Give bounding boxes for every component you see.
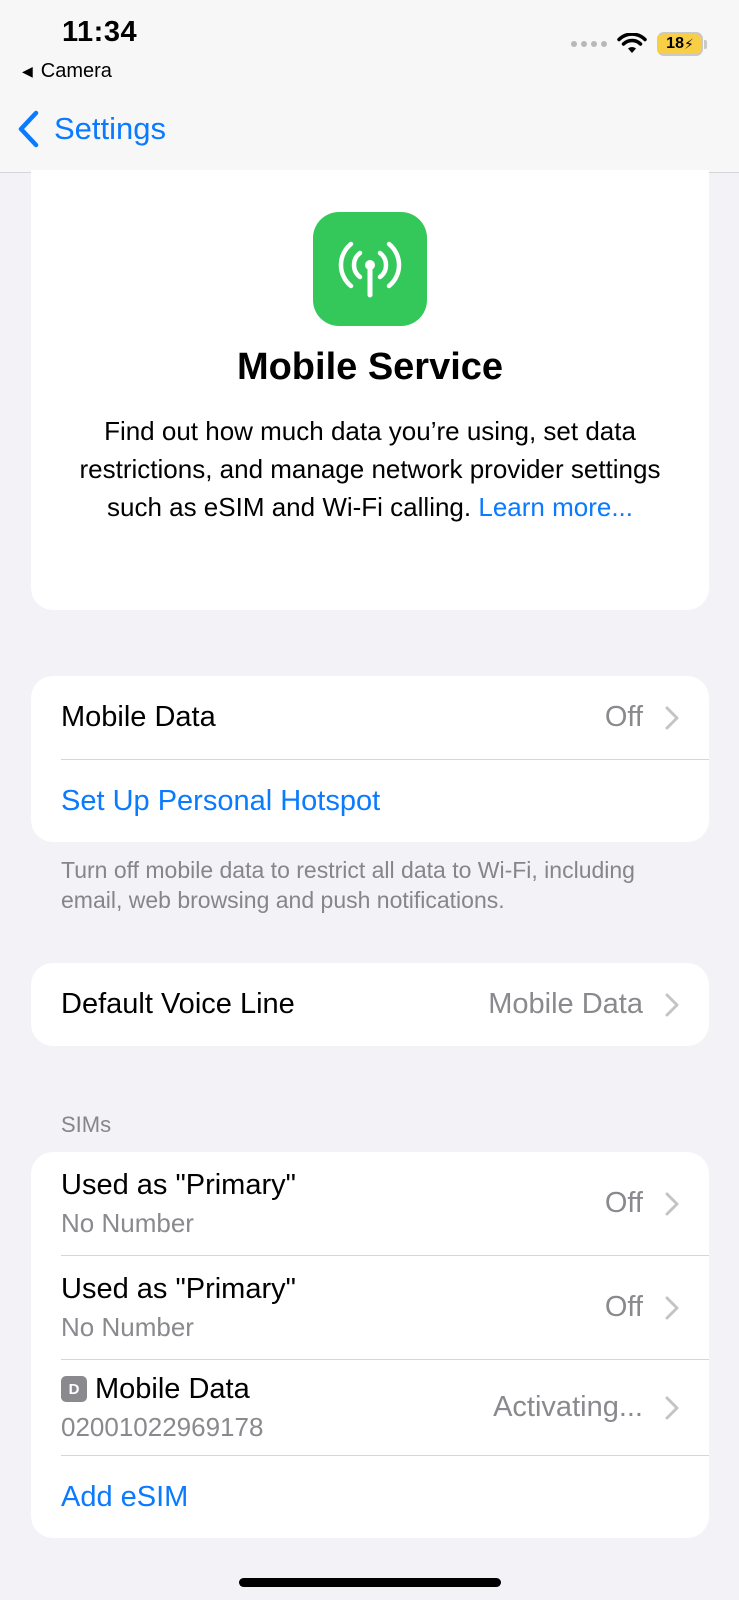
sim-row[interactable]: D Mobile Data 02001022969178 Activating..… (31, 1360, 709, 1455)
back-to-app-link[interactable]: ◀ Camera (22, 60, 112, 83)
sim-name: Used as "Primary" (61, 1168, 296, 1201)
sim-number: 02001022969178 (61, 1411, 264, 1442)
data-sim-badge: D (61, 1376, 87, 1402)
chevron-right-icon (665, 993, 679, 1016)
sim-number: No Number (61, 1311, 194, 1342)
back-label: Settings (54, 111, 167, 146)
mobile-data-footer: Turn off mobile data to restrict all dat… (61, 857, 635, 913)
wifi-icon (617, 33, 647, 53)
add-esim-link: Add eSIM (61, 1480, 189, 1513)
add-esim-row[interactable]: Add eSIM (31, 1456, 709, 1538)
chevron-left-icon (18, 110, 39, 148)
mobile-data-group: Mobile Data Off Set Up Personal Hotspot (31, 676, 709, 842)
battery-icon: 18 ⚡ (657, 32, 707, 56)
chevron-right-icon (665, 1396, 679, 1419)
chevron-right-icon (665, 1192, 679, 1215)
sim-label: Used as "Primary" No Number (61, 1273, 605, 1343)
sim-number: No Number (61, 1207, 194, 1238)
home-indicator[interactable] (239, 1578, 501, 1587)
cellular-signal-icon (571, 41, 607, 47)
sims-section-header: SIMs (61, 1112, 112, 1137)
sim-label: D Mobile Data 02001022969178 (61, 1373, 493, 1443)
mobile-data-value: Off (604, 701, 643, 733)
default-voice-line-value: Mobile Data (488, 988, 643, 1020)
status-time: 11:34 (62, 16, 138, 48)
mobile-data-row[interactable]: Mobile Data Off (31, 676, 709, 759)
chevron-right-icon (665, 1296, 679, 1319)
antenna-icon (313, 212, 427, 326)
voice-line-group: Default Voice Line Mobile Data (31, 963, 709, 1046)
back-app-label: Camera (40, 60, 112, 82)
sim-status: Off (604, 1291, 643, 1323)
default-voice-line-label: Default Voice Line (61, 988, 295, 1020)
hero-description: Find out how much data you’re using, set… (61, 412, 679, 526)
back-triangle-icon: ◀ (22, 63, 33, 79)
sim-name: Used as "Primary" (61, 1272, 296, 1305)
status-bar: 11:34 ◀ Camera 18 ⚡ (0, 0, 739, 100)
personal-hotspot-link: Set Up Personal Hotspot (61, 784, 381, 817)
sim-row[interactable]: Used as "Primary" No Number Off (31, 1152, 709, 1255)
personal-hotspot-row[interactable]: Set Up Personal Hotspot (31, 760, 709, 842)
battery-level: 18 (666, 35, 684, 52)
mobile-data-label: Mobile Data (61, 701, 216, 733)
mobile-service-hero-card: Mobile Service Find out how much data yo… (31, 170, 709, 610)
default-voice-line-row[interactable]: Default Voice Line Mobile Data (31, 963, 709, 1046)
page-title: Mobile Service (236, 346, 504, 388)
chevron-right-icon (665, 706, 679, 729)
navigation-bar: Settings (0, 100, 739, 173)
sim-name: Mobile Data (95, 1372, 250, 1405)
sim-row[interactable]: Used as "Primary" No Number Off (31, 1256, 709, 1359)
sim-label: Used as "Primary" No Number (61, 1169, 605, 1239)
status-indicators: 18 ⚡ (571, 32, 707, 56)
settings-back-button[interactable]: Settings (16, 110, 166, 148)
sim-status: Activating... (493, 1391, 643, 1423)
learn-more-link[interactable]: Learn more... (478, 492, 633, 522)
sims-group: Used as "Primary" No Number Off Used as … (31, 1152, 709, 1538)
sim-status: Off (604, 1187, 643, 1219)
charging-bolt-icon: ⚡ (683, 35, 694, 52)
